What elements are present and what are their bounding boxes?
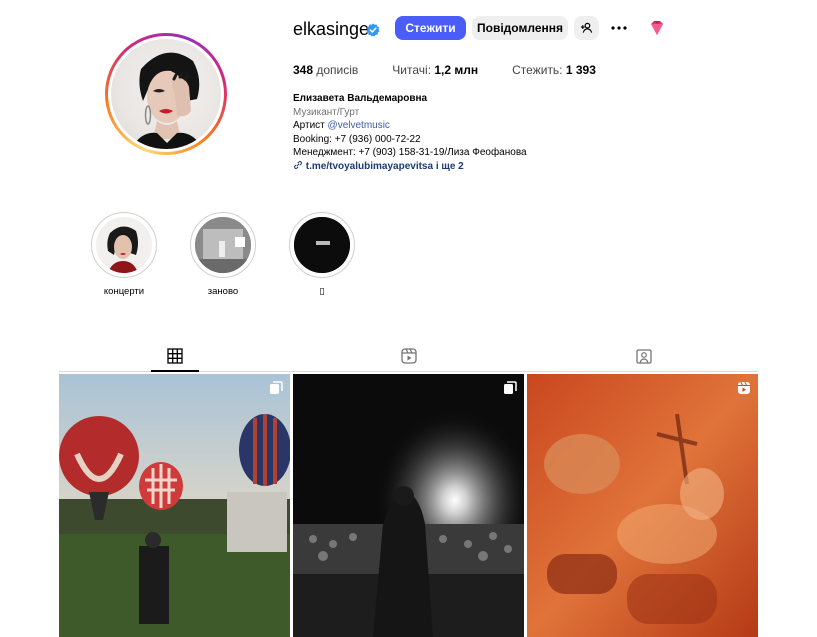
highlight-label: заново: [207, 286, 239, 297]
posts-stat[interactable]: 348 дописів: [293, 63, 358, 77]
profile-stats: 348 дописів Читачі: 1,2 млн Стежить: 1 3…: [293, 63, 630, 77]
tagged-icon[interactable]: [636, 348, 652, 364]
post-image: [59, 374, 290, 637]
gem-extension-icon[interactable]: [648, 19, 666, 37]
suggest-people-button[interactable]: [574, 16, 599, 40]
profile-avatar[interactable]: [105, 33, 227, 155]
full-name: Елизавета Вальдемаровна: [293, 93, 428, 104]
post-tile[interactable]: [527, 374, 758, 637]
highlight-3[interactable]: ▯: [289, 212, 355, 297]
link-icon: [294, 160, 302, 169]
profile-username: elkasinger: [293, 19, 376, 39]
verified-badge-icon: [366, 23, 380, 37]
highlight-zanovo[interactable]: заново: [190, 212, 256, 297]
active-tab-indicator: [151, 370, 199, 372]
profile-bio: Елизавета Вальдемаровна Музикант/Гурт Ар…: [293, 92, 613, 173]
post-tile[interactable]: [293, 374, 524, 637]
reels-icon[interactable]: [401, 348, 417, 364]
add-person-icon: [580, 22, 593, 33]
highlight-cover: [294, 217, 350, 273]
more-options-icon[interactable]: [610, 20, 628, 36]
post-image: [293, 374, 524, 637]
following-stat[interactable]: Стежить: 1 393: [512, 63, 596, 77]
artist-mention-link[interactable]: @velvetmusic: [328, 120, 390, 131]
post-image: [527, 374, 758, 637]
external-link[interactable]: t.me/tvoyalubimayapevitsa і ще 2: [293, 160, 613, 174]
reel-icon: [738, 381, 750, 394]
carousel-icon: [504, 381, 517, 394]
highlight-cover: [96, 217, 152, 273]
avatar-portrait: [131, 52, 203, 149]
highlight-label: концерти: [103, 286, 145, 297]
followers-stat[interactable]: Читачі: 1,2 млн: [392, 63, 478, 77]
highlight-koncerty[interactable]: концерти: [91, 212, 157, 297]
grid-icon[interactable]: [167, 348, 183, 364]
highlight-cover: [195, 217, 251, 273]
booking-line: Booking: +7 (936) 000-72-22: [293, 133, 421, 145]
management-line: Менеджмент: +7 (903) 158-31-19/Лиза Феоф…: [293, 147, 527, 158]
avatar-photo: [111, 39, 221, 149]
carousel-icon: [270, 381, 283, 394]
artist-line: Артист @velvetmusic: [293, 120, 390, 131]
category-label: Музикант/Гурт: [293, 106, 360, 118]
highlight-label: ▯: [319, 286, 325, 297]
message-button[interactable]: Повідомлення: [472, 16, 568, 40]
post-tile[interactable]: [59, 374, 290, 637]
follow-button[interactable]: Стежити: [395, 16, 466, 40]
